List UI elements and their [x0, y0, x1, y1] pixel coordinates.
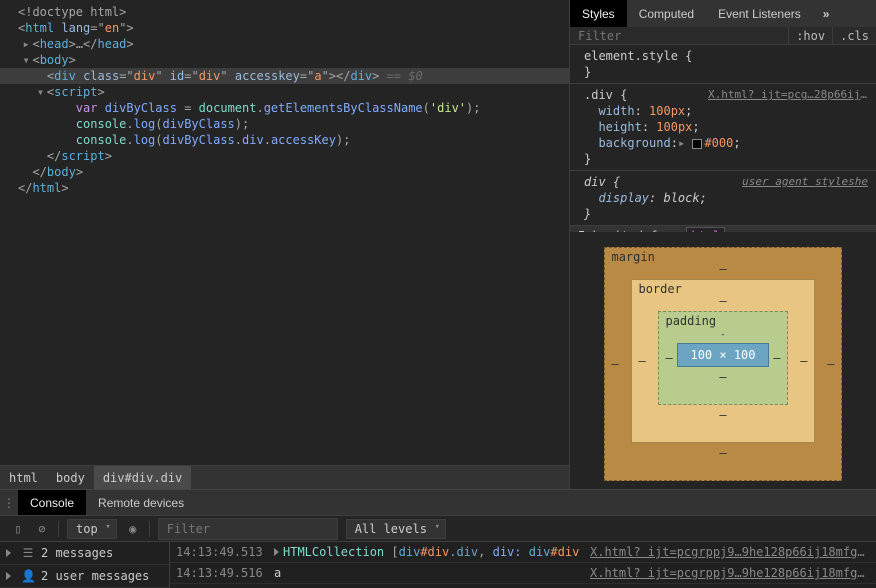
source-link[interactable]: X.html? ijt=pcgrppj9…9he128p66ij18mfg:20: [590, 566, 870, 580]
dom-line[interactable]: console.log(divByClass.div.accessKey);: [0, 132, 569, 148]
dom-line[interactable]: console.log(divByClass);: [0, 116, 569, 132]
crumb-item[interactable]: div#div.div: [94, 466, 191, 490]
console-sidebar-item[interactable]: 👤2 user messages: [0, 565, 169, 588]
dom-line[interactable]: ▾<script>: [0, 84, 569, 100]
console-messages[interactable]: 14:13:49.513HTMLCollection [div#div.div,…: [170, 542, 876, 588]
clear-console-icon[interactable]: ⊘: [30, 517, 54, 541]
dom-line[interactable]: <html lang="en">: [0, 20, 569, 36]
eye-icon[interactable]: ◉: [121, 517, 145, 541]
dom-line[interactable]: <!doctype html>: [0, 4, 569, 20]
box-model[interactable]: margin– –– border– –– padding- –– 100 × …: [570, 232, 876, 489]
console-line[interactable]: 14:13:49.513HTMLCollection [div#div.div,…: [170, 542, 876, 563]
dom-line[interactable]: ▸<head>…</head>: [0, 36, 569, 52]
rule-div-tag[interactable]: div {user agent styleshe display: block;…: [570, 171, 876, 226]
tab-console[interactable]: Console: [18, 490, 86, 516]
elements-panel: <!doctype html> <html lang="en"> ▸<head>…: [0, 0, 569, 489]
context-selector[interactable]: top: [67, 519, 117, 539]
frame-icon[interactable]: ⋮: [0, 490, 18, 516]
crumb-item[interactable]: body: [47, 466, 94, 490]
rule-element-style[interactable]: element.style {}: [570, 45, 876, 84]
styles-tab[interactable]: Event Listeners: [706, 0, 813, 27]
sidebar-toggle-icon[interactable]: ▯: [6, 517, 30, 541]
styles-tab[interactable]: Computed: [627, 0, 706, 27]
dom-line[interactable]: </script>: [0, 148, 569, 164]
more-tabs-icon[interactable]: »: [813, 0, 840, 27]
styles-panel: StylesComputedEvent Listeners» :hov .cls…: [569, 0, 876, 489]
console-sidebar[interactable]: ☰2 messages👤2 user messages: [0, 542, 170, 588]
styles-filter-bar: :hov .cls: [570, 27, 876, 45]
dom-tree[interactable]: <!doctype html> <html lang="en"> ▸<head>…: [0, 0, 569, 465]
source-link[interactable]: X.html? ijt=pcgrppj9…9he128p66ij18mfg:19: [590, 545, 870, 559]
console-line[interactable]: 14:13:49.516aX.html? ijt=pcgrppj9…9he128…: [170, 563, 876, 584]
dom-line[interactable]: ▾<body>: [0, 52, 569, 68]
style-rules: element.style {} .div {X.html? ijt=pcg…2…: [570, 45, 876, 232]
rule-div-class[interactable]: .div {X.html? ijt=pcg…28p66ij18mfg width…: [570, 84, 876, 171]
dom-line[interactable]: </body>: [0, 164, 569, 180]
dom-line[interactable]: var divByClass = document.getElementsByC…: [0, 100, 569, 116]
styles-tabs[interactable]: StylesComputedEvent Listeners»: [570, 0, 876, 27]
console-drawer-tabs[interactable]: ⋮ Console Remote devices: [0, 489, 876, 515]
levels-selector[interactable]: All levels: [346, 519, 446, 539]
breadcrumb[interactable]: htmlbodydiv#div.div: [0, 465, 569, 489]
styles-tab[interactable]: Styles: [570, 0, 627, 27]
console-sidebar-item[interactable]: ☰2 messages: [0, 542, 169, 565]
console-body: ☰2 messages👤2 user messages 14:13:49.513…: [0, 542, 876, 588]
tab-remote-devices[interactable]: Remote devices: [86, 490, 196, 516]
source-link[interactable]: X.html? ijt=pcg…28p66ij18mfg: [708, 87, 868, 103]
styles-filter-input[interactable]: [570, 27, 788, 44]
cls-button[interactable]: .cls: [832, 27, 876, 44]
console-toolbar: ▯ ⊘ top ◉ All levels: [0, 515, 876, 542]
dom-line[interactable]: </html>: [0, 180, 569, 196]
console-filter-input[interactable]: [158, 518, 338, 540]
dom-line[interactable]: <div class="div" id="div" accesskey="a">…: [0, 68, 569, 84]
hov-button[interactable]: :hov: [788, 27, 832, 44]
crumb-item[interactable]: html: [0, 466, 47, 490]
